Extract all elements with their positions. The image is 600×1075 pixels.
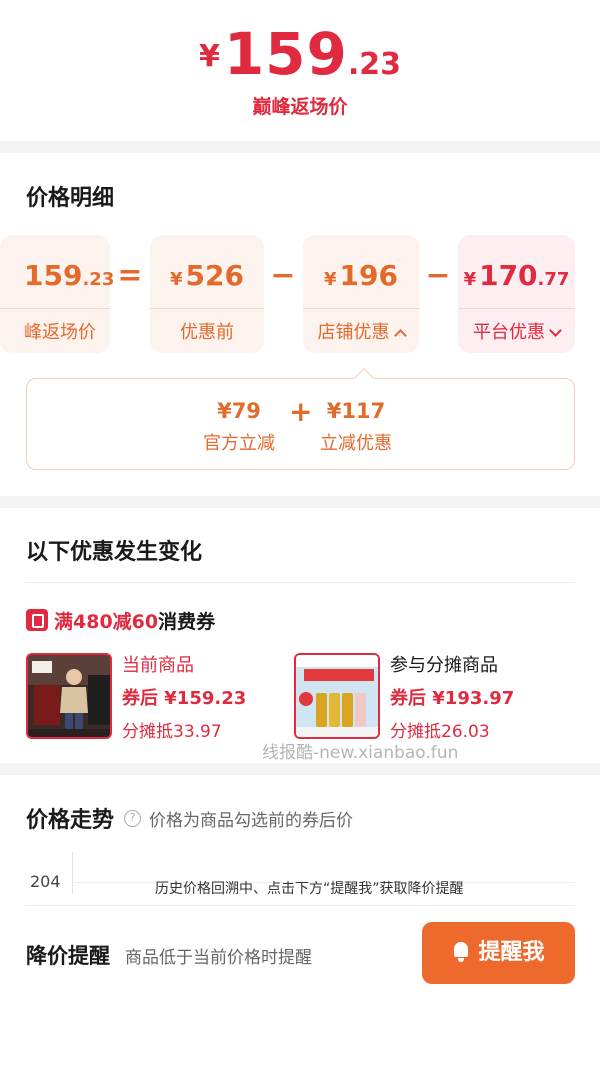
- currency-symbol: ¥: [170, 269, 183, 290]
- final-label: 峰返场价: [24, 322, 96, 343]
- minus-sign: −: [270, 258, 296, 293]
- plus-sign: +: [289, 395, 313, 428]
- platform-amount-int: 170: [479, 259, 538, 292]
- section-divider: [0, 141, 600, 153]
- platform-amount-dec: .77: [537, 269, 570, 290]
- section-divider: [0, 496, 600, 508]
- remind-me-label: 提醒我: [478, 940, 545, 965]
- final-amount-int: 159: [24, 259, 83, 292]
- before-label: 优惠前: [180, 322, 234, 343]
- currency-symbol: ¥: [198, 39, 220, 74]
- box-separator: [303, 308, 419, 309]
- breakdown-platform-box[interactable]: ¥170.77 平台优惠: [458, 235, 575, 353]
- trend-title: 价格走势: [26, 808, 115, 833]
- platform-label-row: 平台优惠: [458, 318, 575, 344]
- official-discount-label: 官方立减: [203, 433, 275, 454]
- current-product-price: 券后 ¥159.23: [122, 688, 247, 709]
- shared-product-price: 券后 ¥193.97: [390, 688, 515, 709]
- divider-line: [26, 905, 575, 906]
- panel-pointer: [354, 368, 374, 388]
- trend-subtitle: 价格为商品勾选前的券后价: [149, 810, 354, 831]
- currency-symbol: ¥: [463, 269, 477, 290]
- shared-product-name: 参与分摊商品: [390, 655, 498, 676]
- current-product[interactable]: 当前商品 券后 ¥159.23 分摊抵33.97: [26, 651, 276, 742]
- box-separator: [458, 308, 575, 309]
- breakdown-title: 价格明细: [26, 186, 115, 211]
- section-divider: [0, 763, 600, 775]
- coupon-title: 满480减60消费券: [54, 611, 215, 633]
- divider-line: [26, 582, 575, 583]
- currency-symbol: ¥: [324, 269, 337, 290]
- breakdown-store-box[interactable]: ¥196 店铺优惠: [303, 235, 419, 353]
- changes-title: 以下优惠发生变化: [26, 540, 203, 565]
- official-discount-value: ¥79: [217, 399, 261, 423]
- breakdown-before-box: ¥526 优惠前: [150, 235, 264, 353]
- instant-discount: ¥117 立减优惠: [320, 399, 392, 455]
- chart-axis: [72, 852, 73, 894]
- price-decimal: .23: [347, 47, 402, 82]
- shared-product[interactable]: 参与分摊商品 券后 ¥193.97 分摊抵26.03: [294, 651, 575, 742]
- equals-sign: =: [117, 258, 143, 293]
- final-amount-dec: .23: [82, 269, 115, 290]
- store-label-row: 店铺优惠: [303, 318, 419, 344]
- breakdown-final-box: 159.23 峰返场价: [0, 235, 114, 353]
- chevron-up-icon: [393, 329, 407, 342]
- price-header: ¥159.23 巅峰返场价: [0, 0, 600, 140]
- coupon-row: 满480减60消费券: [26, 607, 215, 635]
- shared-product-info: 参与分摊商品 券后 ¥193.97 分摊抵26.03: [390, 651, 514, 742]
- coupon-highlight: 满480减60: [54, 611, 159, 633]
- product-thumbnail[interactable]: [26, 653, 112, 739]
- y-axis-tick: 204: [30, 872, 61, 891]
- before-amount: 526: [185, 259, 244, 292]
- final-price: ¥159.23: [0, 20, 600, 88]
- price-caption: 巅峰返场价: [252, 96, 348, 118]
- haircare-photo: [296, 655, 378, 737]
- box-separator: [150, 308, 264, 309]
- coupon-icon: [26, 609, 48, 631]
- watermark: 线报酷-new.xianbao.fun: [262, 743, 459, 763]
- official-discount: ¥79 官方立减: [203, 399, 275, 455]
- instant-discount-value: ¥117: [326, 399, 386, 423]
- instant-discount-label: 立减优惠: [320, 433, 392, 454]
- product-thumbnail[interactable]: [294, 653, 380, 739]
- price-integer: 159: [223, 20, 348, 88]
- help-icon[interactable]: ?: [124, 809, 142, 827]
- store-amount: 196: [339, 259, 398, 292]
- chevron-down-icon: [549, 324, 562, 337]
- bell-icon: [452, 942, 470, 962]
- minus-sign: −: [425, 258, 451, 293]
- trend-message: 历史价格回溯中、点击下方“提醒我”获取降价提醒: [155, 881, 464, 897]
- box-separator: [0, 308, 110, 309]
- clothing-photo: [28, 655, 110, 737]
- reminder-subtitle: 商品低于当前价格时提醒: [125, 948, 312, 968]
- trend-header: 价格走势? 价格为商品勾选前的券后价: [26, 802, 353, 834]
- coupon-type: 消费券: [158, 611, 216, 633]
- platform-label: 平台优惠: [473, 322, 545, 343]
- remind-me-button[interactable]: 提醒我: [422, 922, 575, 984]
- reminder-title: 降价提醒: [26, 944, 110, 968]
- current-product-info: 当前商品 券后 ¥159.23 分摊抵33.97: [122, 651, 246, 742]
- current-product-share: 分摊抵33.97: [122, 722, 222, 742]
- store-label: 店铺优惠: [317, 322, 390, 343]
- current-product-name: 当前商品: [122, 655, 194, 676]
- store-discount-detail: ¥79 官方立减 + ¥117 立减优惠: [26, 368, 575, 470]
